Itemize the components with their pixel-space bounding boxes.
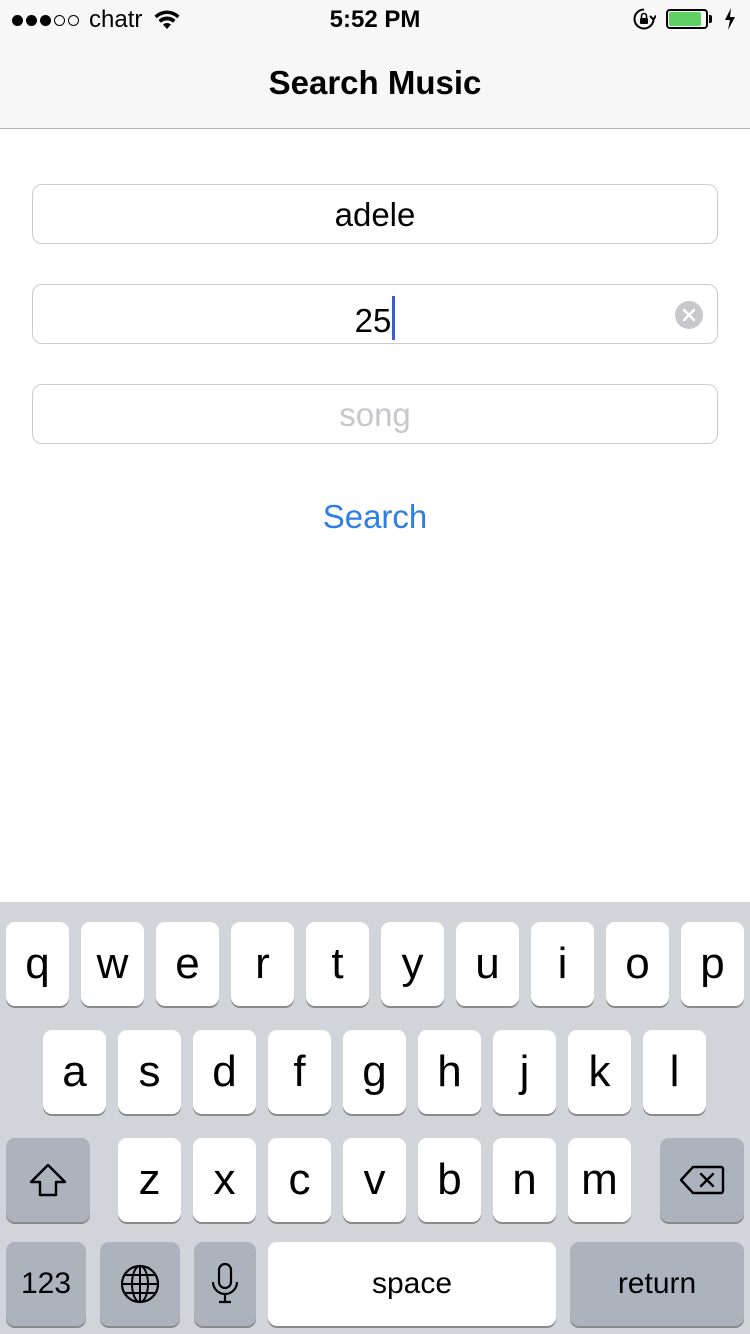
shift-icon bbox=[29, 1163, 67, 1197]
text-cursor bbox=[392, 296, 396, 340]
battery-tip bbox=[709, 15, 712, 23]
globe-icon bbox=[120, 1264, 160, 1304]
album-field-value: 25 bbox=[354, 302, 392, 339]
key-s[interactable]: s bbox=[118, 1030, 181, 1114]
key-n[interactable]: n bbox=[493, 1138, 556, 1222]
key-r[interactable]: r bbox=[231, 922, 294, 1006]
keyboard: 123 space return qwertyuiop asdfghjkl zxcv… bbox=[0, 902, 750, 1334]
numbers-key[interactable]: 123 bbox=[6, 1242, 86, 1326]
space-key[interactable]: space bbox=[268, 1242, 556, 1326]
key-p[interactable]: p bbox=[681, 922, 744, 1006]
clear-icon bbox=[682, 308, 696, 322]
key-y[interactable]: y bbox=[381, 922, 444, 1006]
charging-bolt-icon bbox=[725, 8, 735, 30]
key-x[interactable]: x bbox=[193, 1138, 256, 1222]
key-e[interactable]: e bbox=[156, 922, 219, 1006]
key-f[interactable]: f bbox=[268, 1030, 331, 1114]
dictation-key[interactable] bbox=[194, 1242, 256, 1326]
shift-key[interactable] bbox=[6, 1138, 90, 1222]
key-b[interactable]: b bbox=[418, 1138, 481, 1222]
globe-key[interactable] bbox=[100, 1242, 180, 1326]
status-right bbox=[632, 7, 736, 31]
battery-icon bbox=[666, 8, 714, 30]
return-key[interactable]: return bbox=[570, 1242, 744, 1326]
key-w[interactable]: w bbox=[81, 922, 144, 1006]
key-q[interactable]: q bbox=[6, 922, 69, 1006]
backspace-icon bbox=[679, 1165, 725, 1195]
navigation-bar: Search Music bbox=[0, 40, 750, 129]
status-bar: chatr 5:52 PM bbox=[0, 0, 750, 40]
rotation-lock-icon bbox=[633, 8, 656, 30]
song-field[interactable]: song bbox=[32, 384, 718, 444]
key-v[interactable]: v bbox=[343, 1138, 406, 1222]
key-z[interactable]: z bbox=[118, 1138, 181, 1222]
album-field[interactable]: 25 bbox=[32, 284, 718, 344]
key-h[interactable]: h bbox=[418, 1030, 481, 1114]
key-k[interactable]: k bbox=[568, 1030, 631, 1114]
page-title: Search Music bbox=[268, 64, 482, 101]
key-u[interactable]: u bbox=[456, 922, 519, 1006]
backspace-key[interactable] bbox=[660, 1138, 744, 1222]
artist-field[interactable]: adele bbox=[32, 184, 718, 244]
key-m[interactable]: m bbox=[568, 1138, 631, 1222]
key-o[interactable]: o bbox=[606, 922, 669, 1006]
search-button[interactable]: Search bbox=[0, 498, 750, 536]
key-l[interactable]: l bbox=[643, 1030, 706, 1114]
song-field-placeholder: song bbox=[339, 396, 411, 433]
key-t[interactable]: t bbox=[306, 922, 369, 1006]
key-i[interactable]: i bbox=[531, 922, 594, 1006]
album-field-value-wrap: 25 bbox=[33, 296, 717, 340]
key-j[interactable]: j bbox=[493, 1030, 556, 1114]
artist-field-value: adele bbox=[334, 196, 416, 233]
key-c[interactable]: c bbox=[268, 1138, 331, 1222]
key-a[interactable]: a bbox=[43, 1030, 106, 1114]
microphone-icon bbox=[211, 1262, 239, 1304]
clear-text-button[interactable] bbox=[675, 301, 703, 329]
key-g[interactable]: g bbox=[343, 1030, 406, 1114]
key-d[interactable]: d bbox=[193, 1030, 256, 1114]
battery-fill bbox=[669, 12, 702, 26]
